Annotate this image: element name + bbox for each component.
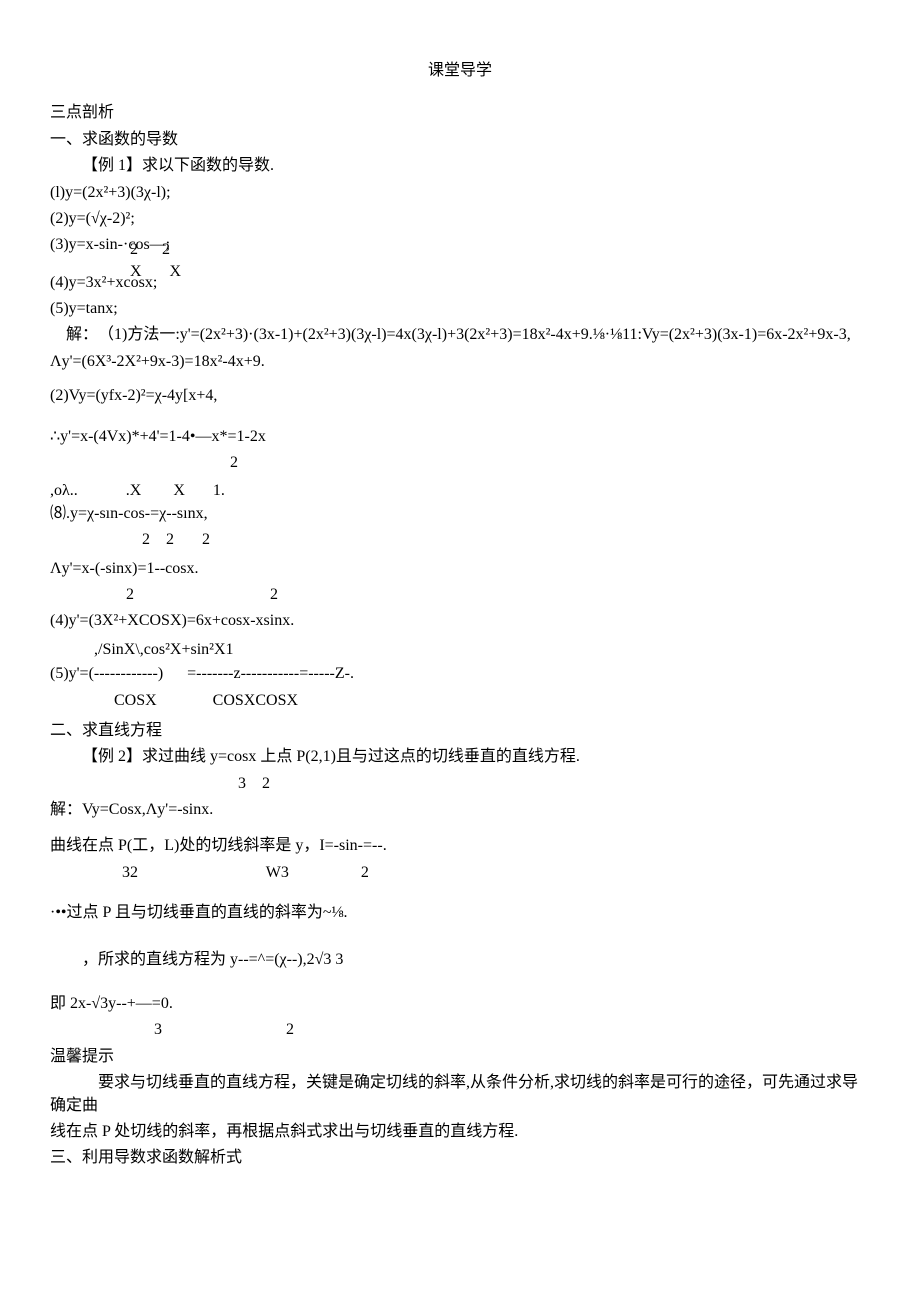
heading-analysis: 三点剖析 — [50, 102, 870, 124]
example-2-heading: 【例 2】求过曲线 y=cosx 上点 P(2,1)且与过这点的切线垂直的直线方… — [50, 746, 870, 768]
example-2-frac: 3 2 — [50, 773, 870, 795]
section-3-heading: 三、利用导数求函数解析式 — [50, 1147, 870, 1169]
solution-5-bot: COSX COSXCOSX — [50, 690, 870, 712]
example-1-heading: 【例 1】求以下函数的导数. — [50, 155, 870, 177]
solution-2: (2)Vy=(yfx-2)²=χ-4y[x+4, — [50, 385, 870, 407]
solution-3-mid: ⑻.y=χ-sın-cos-=χ--sınx, — [50, 503, 870, 525]
example-2-line1: 曲线在点 P(工，L)处的切线斜率是 y，I=-sin-=--. — [50, 835, 870, 857]
tip-heading: 温馨提示 — [50, 1046, 870, 1068]
page-title: 课堂导学 — [50, 60, 870, 82]
section-1-heading: 一、求函数的导数 — [50, 129, 870, 151]
solution-5-top: ,/SinX\,cos²X+sin²X1 — [50, 639, 870, 661]
solution-2b-frac: 2 — [50, 452, 870, 474]
tip-text-2: 线在点 P 处切线的斜率，再根据点斜式求出与切线垂直的直线方程. — [50, 1121, 870, 1143]
section-2-heading: 二、求直线方程 — [50, 720, 870, 742]
problem-2: (2)y=(√χ-2)²; — [50, 208, 870, 230]
solution-2b: ∴y'=x-(4Vx)*+4'=1-4•—x*=1-2x — [50, 426, 870, 448]
example-2-solution: 解：Vy=Cosx,Λy'=-sinx. — [50, 799, 870, 821]
problem-3-den: 2 2 — [50, 239, 870, 261]
solution-3-top: ,oλ.. .X X 1. — [50, 480, 870, 502]
solution-label: 解： — [50, 324, 98, 346]
problem-1: (l)y=(2x²+3)(3χ-l); — [50, 182, 870, 204]
example-2-line4-frac: 3 2 — [50, 1019, 870, 1041]
solution-3b: Λy'=x-(-sinx)=1--cosx. — [50, 558, 870, 580]
example-2-line3: ，所求的直线方程为 y--=^=(χ--),2√3 3 — [50, 949, 870, 971]
solution-1-text: （1)方法一:y'=(2x²+3)·(3x-1)+(2x²+3)(3χ-l)=4… — [98, 326, 851, 343]
tip-text-1: 要求与切线垂直的直线方程，关键是确定切线的斜率,从条件分析,求切线的斜率是可行的… — [50, 1072, 870, 1117]
example-2-line2: ·••过点 P 且与切线垂直的直线的斜率为~⅛. — [50, 902, 870, 924]
solution-1: 解：（1)方法一:y'=(2x²+3)·(3x-1)+(2x²+3)(3χ-l)… — [50, 324, 870, 346]
problem-5: (5)y=tanx; — [50, 298, 870, 320]
solution-1b: Λy'=(6X³-2X²+9x-3)=18x²-4x+9. — [50, 351, 870, 373]
example-2-line4: 即 2x-√3y--+—=0. — [50, 993, 870, 1015]
solution-3-bot: 2 2 2 — [50, 529, 870, 551]
solution-5-mid: (5)y'=(------------) =-------z----------… — [50, 663, 870, 685]
solution-4: (4)y'=(3X²+XCOSX)=6x+cosx-xsinx. — [50, 610, 870, 632]
solution-3b-frac: 2 2 — [50, 584, 870, 606]
example-2-line1-frac: 32 W3 2 — [50, 862, 870, 884]
